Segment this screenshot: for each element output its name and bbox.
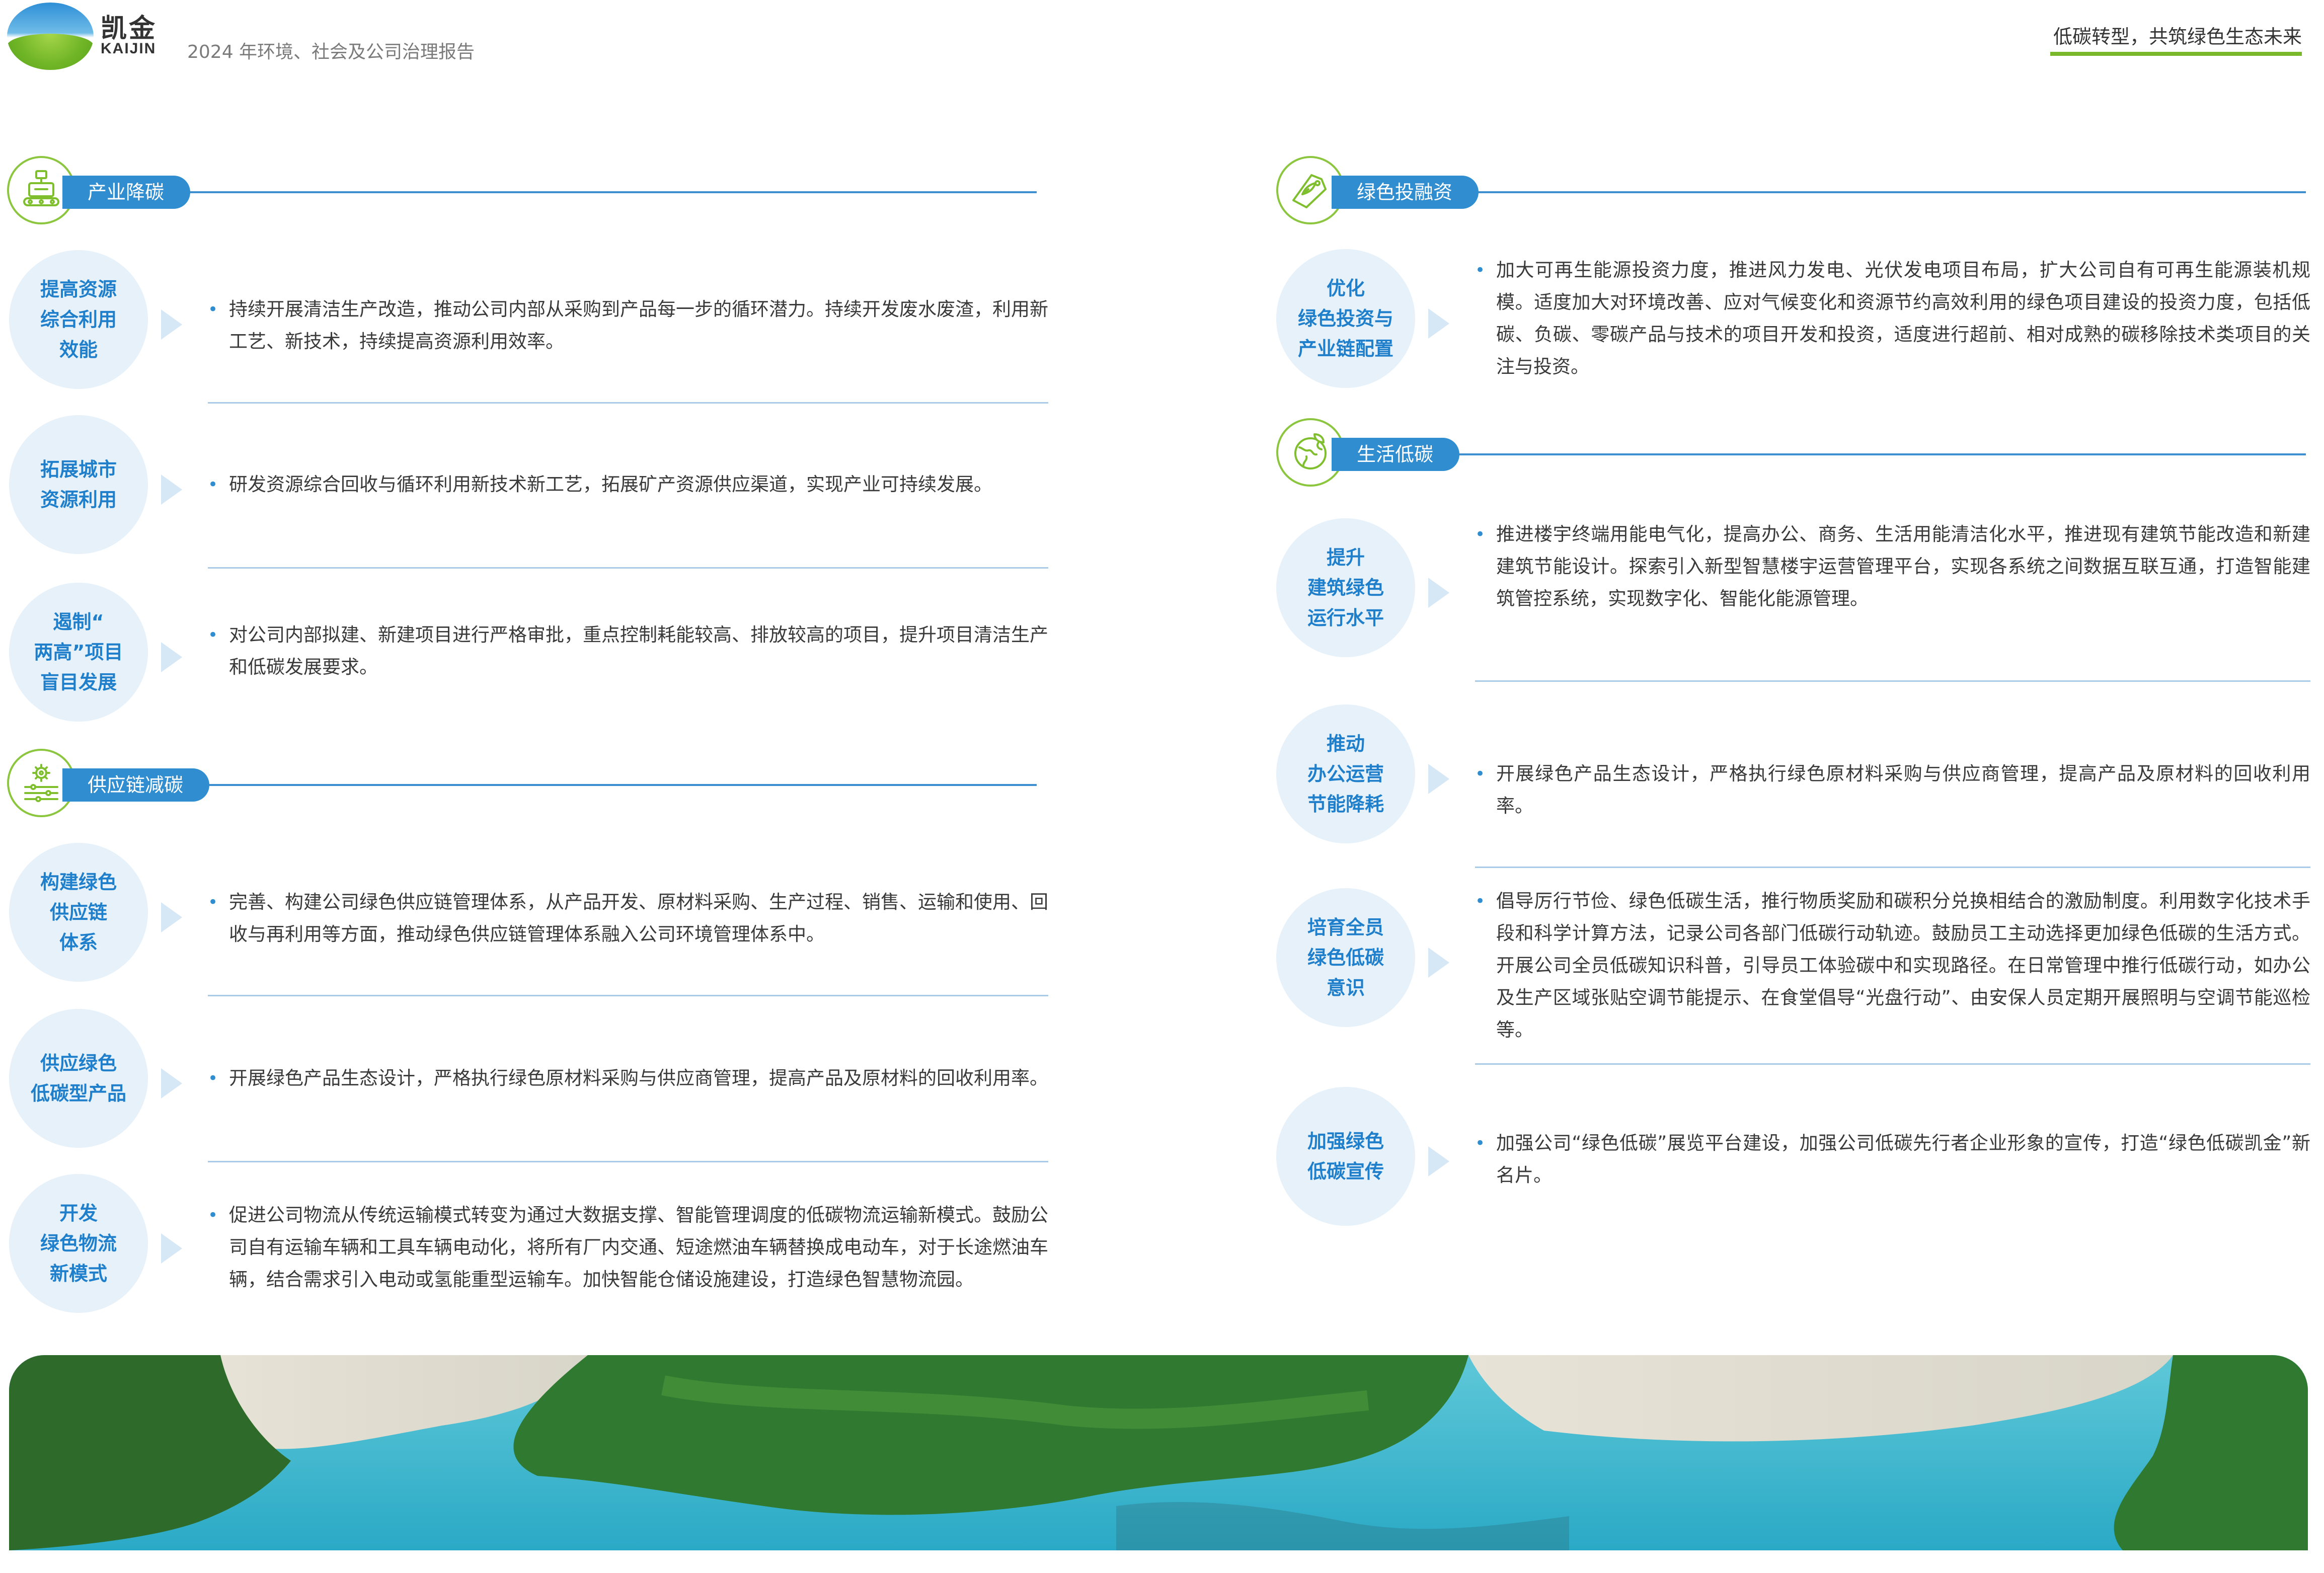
brand-name-en: KAIJIN xyxy=(101,40,157,57)
arrow-icon xyxy=(161,902,182,932)
divider xyxy=(208,567,1048,569)
item-text: 加大可再生能源投资力度，推进风力发电、光伏发电项目布局，扩大公司自有可再生能源装… xyxy=(1496,259,2310,377)
item-label-circle: 供应绿色 低碳型产品 xyxy=(9,1009,148,1148)
item-text: 研发资源综合回收与循环利用新技术新工艺，拓展矿产资源供应渠道，实现产业可持续发展… xyxy=(229,474,992,495)
divider xyxy=(1475,680,2310,682)
arrow-icon xyxy=(1428,578,1449,608)
arrow-icon xyxy=(161,1233,182,1264)
item-text: 促进公司物流从传统运输模式转变为通过大数据支撑、智能管理调度的低碳物流运输新模式… xyxy=(229,1204,1048,1290)
divider xyxy=(1475,1063,2310,1065)
divider xyxy=(208,1161,1048,1162)
item-text: 对公司内部拟建、新建项目进行严格审批，重点控制耗能较高、排放较高的项目，提升项目… xyxy=(229,624,1048,678)
item-text: 开展绿色产品生态设计，严格执行绿色原材料采购与供应商管理，提高产品及原材料的回收… xyxy=(1496,763,2310,817)
section-header-supply-chain: 供应链减碳 xyxy=(7,749,1037,824)
item-label-circle: 构建绿色 供应链 体系 xyxy=(9,843,148,982)
item-label-circle: 推动 办公运营 节能降耗 xyxy=(1276,704,1415,843)
item-label-circle: 拓展城市 资源利用 xyxy=(9,415,148,554)
item-label-circle: 提升 建筑绿色 运行水平 xyxy=(1276,518,1415,657)
section-title: 绿色投融资 xyxy=(1332,176,1479,209)
section-title: 供应链减碳 xyxy=(62,768,210,802)
item-text: 加强公司“绿色低碳”展览平台建设，加强公司低碳先行者企业形象的宣传，打造“绿色低… xyxy=(1496,1132,2310,1186)
brand-name-cn: 凯金 xyxy=(101,14,158,44)
section-header-green-finance: 绿色投融资 xyxy=(1276,156,2306,231)
arrow-icon xyxy=(1428,1146,1449,1176)
arrow-icon xyxy=(161,1068,182,1098)
arrow-icon xyxy=(161,642,182,672)
item-label-circle: 开发 绿色物流 新模式 xyxy=(9,1174,148,1313)
report-title: 2024 年环境、社会及公司治理报告 xyxy=(187,42,475,62)
item-label-circle: 遏制“ 两高”项目 盲目发展 xyxy=(9,583,148,722)
item-label-circle: 加强绿色 低碳宣传 xyxy=(1276,1087,1415,1226)
item-label-circle: 培育全员 绿色低碳 意识 xyxy=(1276,888,1415,1027)
arrow-icon xyxy=(1428,764,1449,794)
item-label-circle: 提高资源 综合利用 效能 xyxy=(9,250,148,389)
arrow-icon xyxy=(1428,308,1449,339)
item-text: 推进楼宇终端用能电气化，提高办公、商务、生活用能清洁化水平，推进现有建筑节能改造… xyxy=(1496,523,2310,609)
item-text: 开展绿色产品生态设计，严格执行绿色原材料采购与供应商管理，提高产品及原材料的回收… xyxy=(229,1067,1048,1089)
item-text: 倡导厉行节俭、绿色低碳生活，推行物质奖励和碳积分兑换相结合的激励制度。利用数字化… xyxy=(1496,890,2310,1041)
slogan: 低碳转型，共筑绿色生态未来 xyxy=(2053,26,2302,48)
section-title: 生活低碳 xyxy=(1332,438,1460,471)
section-title: 产业降碳 xyxy=(62,176,191,209)
item-text: 持续开展清洁生产改造，推动公司内部从采购到产品每一步的循环潜力。持续开发废水废渣… xyxy=(229,298,1048,352)
item-label-circle: 优化 绿色投资与 产业链配置 xyxy=(1276,249,1415,388)
section-header-low-carbon-life: 生活低碳 xyxy=(1276,418,2306,494)
arrow-icon xyxy=(1428,948,1449,978)
kaijin-logo xyxy=(7,3,94,70)
section-header-industry: 产业降碳 xyxy=(7,156,1037,231)
item-text: 完善、构建公司绿色供应链管理体系，从产品开发、原材料采购、生产过程、销售、运输和… xyxy=(229,891,1048,945)
divider xyxy=(208,402,1048,404)
divider xyxy=(1475,867,2310,868)
divider xyxy=(208,995,1048,996)
arrow-icon xyxy=(161,475,182,505)
aerial-coastline-photo xyxy=(9,1355,2308,1550)
slogan-underline xyxy=(2050,52,2302,56)
arrow-icon xyxy=(161,309,182,340)
